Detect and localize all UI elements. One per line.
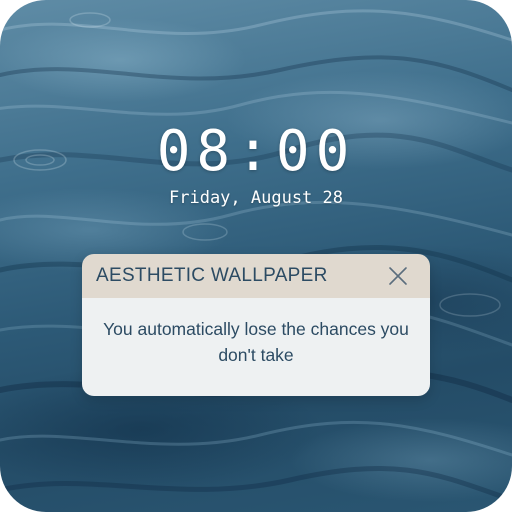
lockscreen: 08:00 Friday, August 28 AESTHETIC WALLPA… (0, 0, 512, 512)
notification-card[interactable]: AESTHETIC WALLPAPER You automatically lo… (82, 254, 430, 396)
lockscreen-time: 08:00 (156, 119, 356, 184)
close-icon (389, 267, 407, 285)
notification-title: AESTHETIC WALLPAPER (96, 265, 328, 286)
close-button[interactable] (386, 264, 410, 288)
notification-message: You automatically lose the chances you d… (103, 319, 409, 365)
notification-header: AESTHETIC WALLPAPER (82, 254, 430, 298)
notification-body: You automatically lose the chances you d… (82, 298, 430, 396)
lockscreen-date: Friday, August 28 (169, 188, 343, 208)
